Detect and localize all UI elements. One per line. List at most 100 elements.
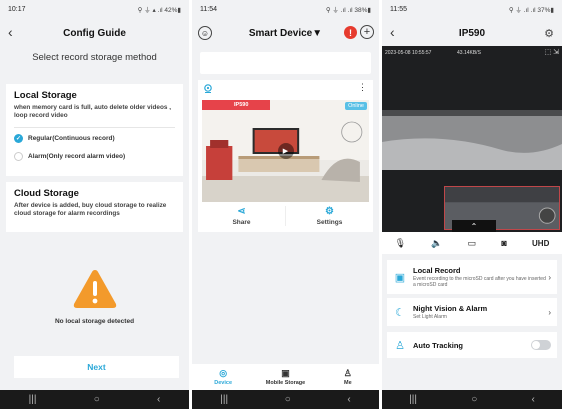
row-title: Local Record — [413, 266, 461, 275]
back-button[interactable]: ‹ — [532, 394, 535, 405]
night-vision-icon: ☾ — [395, 306, 405, 319]
cloud-storage-title: Cloud Storage — [14, 188, 79, 199]
status-icons: ⚲ ⏚ ▴ .ıl 42%▮ — [137, 7, 181, 14]
image-icon: ▣ — [281, 368, 290, 378]
auto-tracking-row: ♙ Auto Tracking — [387, 332, 557, 358]
more-menu-icon[interactable]: ⋮ — [358, 82, 367, 93]
nav-bar: ‹ Config Guide — [0, 20, 189, 46]
status-bar: 11:55 ⚲ ⏚ .ıl .ıl 37%▮ — [382, 0, 562, 18]
collapse-chevron-icon[interactable]: ⌃ — [452, 220, 496, 232]
local-record-row[interactable]: ▣ Local Record Event recording to the mi… — [387, 260, 557, 294]
row-title: Auto Tracking — [413, 340, 464, 350]
page-title: IP590 — [458, 27, 486, 39]
back-button[interactable]: ‹ — [347, 394, 350, 405]
auto-tracking-toggle[interactable] — [531, 340, 551, 350]
local-storage-desc: when memory card is full, auto delete ol… — [14, 104, 171, 119]
share-label: Share — [232, 219, 251, 226]
bitrate-readout: 43.14KB/S — [457, 50, 481, 56]
row-title: Night Vision & Alarm — [413, 304, 488, 313]
online-badge: Online — [345, 102, 367, 110]
device-actions: ⋖ Share ⚙ Settings — [198, 206, 373, 226]
tab-label: Mobile Storage — [265, 380, 306, 386]
video-timestamp: 2023-05-08 10:55:57 — [385, 50, 432, 56]
radio-label: Regular(Continuous record) — [28, 135, 115, 142]
status-time: 10:17 — [8, 5, 26, 13]
status-icons: ⚲ ⏚ .ıl .ıl 37%▮ — [508, 7, 554, 14]
tab-mobile-storage[interactable]: ▣ Mobile Storage — [254, 364, 316, 390]
back-icon[interactable]: ‹ — [8, 24, 13, 40]
next-button[interactable]: Next — [14, 356, 179, 378]
microphone-icon[interactable]: 🎙 — [395, 238, 406, 249]
nav-bar: ‹ IP590 — [382, 20, 562, 46]
share-button[interactable]: ⋖ Share — [198, 206, 285, 226]
device-name-tag: IP590 — [202, 100, 271, 110]
cloud-storage-card[interactable]: Cloud Storage After device is added, buy… — [6, 182, 183, 232]
warning-icon — [73, 270, 117, 308]
tab-me[interactable]: ♙ Me — [317, 364, 379, 390]
system-nav-bar: ||| ○ ‹ — [0, 390, 189, 409]
device-card[interactable]: ⋮ IP590 Online ▶ ⋖ Share ⚙ Settings — [198, 80, 373, 232]
share-icon: ⋖ — [237, 206, 246, 217]
sd-record-icon: ▣ — [394, 271, 406, 284]
settings-gear-icon[interactable]: ⚙ — [544, 27, 554, 40]
radio-alarm[interactable]: Alarm(Only record alarm video) — [14, 152, 175, 161]
local-storage-card[interactable]: Local Storage when memory card is full, … — [6, 84, 183, 176]
record-video-icon[interactable]: ▭ — [468, 238, 477, 249]
tab-label: Me — [344, 380, 352, 386]
back-button[interactable]: ‹ — [157, 394, 160, 405]
status-time: 11:55 — [390, 5, 407, 13]
recent-apps-button[interactable]: ||| — [409, 394, 417, 405]
home-button[interactable]: ○ — [94, 394, 100, 405]
tab-label: Device — [214, 380, 233, 386]
status-time: 11:54 — [200, 5, 217, 13]
location-pin-icon — [204, 84, 212, 93]
camera-snapshot-icon[interactable]: ◙ — [501, 238, 506, 248]
user-icon: ♙ — [343, 368, 352, 378]
status-bar: 11:54 ⚲ ⏚ .ıl .ıl 38%▮ — [192, 0, 379, 18]
add-device-icon[interactable]: + — [360, 25, 374, 39]
live-view-screen: 11:55 ⚲ ⏚ .ıl .ıl 37%▮ ‹ IP590 ⚙ 2023-05… — [382, 0, 562, 409]
local-storage-title: Local Storage — [14, 90, 77, 101]
device-group-dropdown[interactable]: Smart Device▼ — [249, 28, 322, 39]
radio-regular[interactable]: ✓ Regular(Continuous record) — [14, 134, 175, 143]
row-subtitle: Event recording to the microSD card afte… — [413, 276, 546, 288]
alert-icon[interactable]: ! — [344, 26, 357, 39]
recent-apps-button[interactable]: ||| — [29, 394, 37, 405]
gear-icon: ⚙ — [325, 206, 334, 217]
device-thumbnail[interactable]: IP590 Online ▶ — [202, 100, 369, 202]
playback-controls: 🎙 🔈 ▭ ◙ UHD — [382, 232, 562, 254]
radio-checked-icon: ✓ — [14, 134, 23, 143]
tab-device[interactable]: ◎ Device — [192, 364, 254, 390]
fullscreen-icon[interactable]: ⬚ ⇲ — [545, 48, 559, 56]
chevron-right-icon: › — [548, 272, 551, 282]
home-button[interactable]: ○ — [471, 394, 477, 405]
system-nav-bar: ||| ○ ‹ — [192, 390, 379, 409]
quality-toggle[interactable]: UHD — [532, 239, 549, 248]
play-icon[interactable]: ▶ — [277, 143, 294, 159]
no-storage-message: No local storage detected — [54, 318, 135, 325]
system-nav-bar: ||| ○ ‹ — [382, 390, 562, 409]
device-list-screen: 11:54 ⚲ ⏚ .ıl .ıl 38%▮ Smart Device▼ ☺ !… — [192, 0, 379, 409]
night-vision-row[interactable]: ☾ Night Vision & Alarm Set Light Alarm › — [387, 298, 557, 326]
banner-area — [200, 52, 371, 74]
config-guide-screen: 10:17 ⚲ ⏚ ▴ .ıl 42%▮ ‹ Config Guide Sele… — [0, 0, 189, 409]
status-icons: ⚲ ⏚ .ıl .ıl 38%▮ — [325, 7, 371, 14]
storage-method-heading: Select record storage method — [32, 52, 157, 63]
smile-icon[interactable]: ☺ — [198, 26, 212, 40]
settings-label: Settings — [316, 219, 343, 226]
device-tab-icon: ◎ — [219, 368, 228, 378]
live-video-feed[interactable]: 2023-05-08 10:55:57 43.14KB/S ⬚ ⇲ ⌃ — [382, 46, 562, 232]
back-icon[interactable]: ‹ — [390, 24, 395, 40]
page-title: Config Guide — [63, 27, 126, 39]
recent-apps-button[interactable]: ||| — [220, 394, 228, 405]
home-button[interactable]: ○ — [285, 394, 291, 405]
chevron-right-icon: › — [548, 307, 551, 317]
tracking-person-icon: ♙ — [395, 339, 405, 352]
radio-label: Alarm(Only record alarm video) — [28, 153, 126, 160]
status-bar: 10:17 ⚲ ⏚ ▴ .ıl 42%▮ — [0, 0, 189, 18]
row-subtitle: Set Light Alarm — [413, 314, 447, 320]
cloud-storage-desc: After device is added, buy cloud storage… — [14, 202, 167, 217]
speaker-mute-icon[interactable]: 🔈 — [431, 238, 442, 249]
settings-button[interactable]: ⚙ Settings — [285, 206, 373, 226]
bottom-tab-bar: ◎ Device ▣ Mobile Storage ♙ Me — [192, 364, 379, 390]
